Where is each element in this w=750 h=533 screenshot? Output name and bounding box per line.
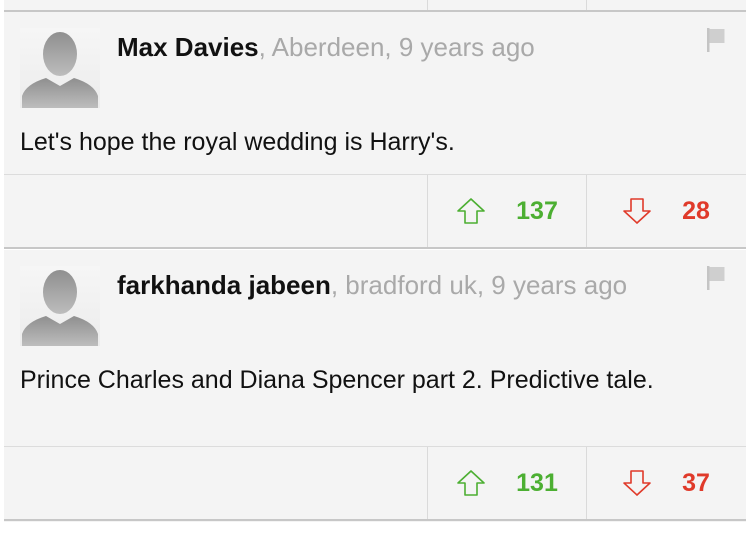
comment-byline: farkhanda jabeen, bradford uk, 9 years a…	[117, 270, 627, 301]
comment-meta: , bradford uk, 9 years ago	[330, 270, 628, 300]
comment: farkhanda jabeen, bradford uk, 9 years a…	[4, 250, 746, 522]
upvote-count: 131	[516, 468, 558, 497]
arrow-up-icon	[457, 470, 485, 496]
divider	[586, 0, 587, 10]
author-name[interactable]: Max Davies	[117, 32, 259, 62]
downvote-count: 28	[682, 196, 710, 225]
comments-list: Max Davies, Aberdeen, 9 years ago Let's …	[0, 0, 750, 533]
upvote-count: 137	[516, 196, 558, 225]
downvote-button[interactable]: 37	[587, 447, 745, 519]
flag-icon[interactable]	[706, 28, 726, 52]
vote-bar: 137 28	[4, 174, 746, 249]
comment-text: Prince Charles and Diana Spencer part 2.…	[20, 366, 654, 394]
downvote-count: 37	[682, 468, 710, 497]
vote-bar: 131 37	[4, 446, 746, 521]
comment: Max Davies, Aberdeen, 9 years ago Let's …	[4, 12, 746, 249]
comment-text: Let's hope the royal wedding is Harry's.	[20, 128, 455, 156]
comment-meta: , Aberdeen, 9 years ago	[258, 32, 535, 62]
upvote-button[interactable]: 137	[428, 175, 586, 247]
divider	[427, 0, 428, 10]
comment-byline: Max Davies, Aberdeen, 9 years ago	[117, 32, 535, 63]
flag-icon[interactable]	[706, 266, 726, 290]
avatar-placeholder-icon[interactable]	[20, 28, 100, 108]
arrow-down-icon	[623, 470, 651, 496]
upvote-button[interactable]: 131	[428, 447, 586, 519]
arrow-up-icon	[457, 198, 485, 224]
avatar-placeholder-icon[interactable]	[20, 266, 100, 346]
arrow-down-icon	[623, 198, 651, 224]
previous-comment-vote-bar	[4, 0, 746, 12]
author-name[interactable]: farkhanda jabeen	[117, 270, 331, 300]
downvote-button[interactable]: 28	[587, 175, 745, 247]
